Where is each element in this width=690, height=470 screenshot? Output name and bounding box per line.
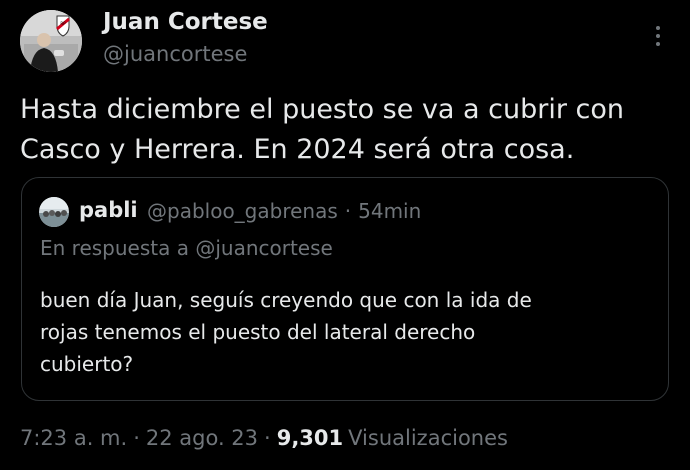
tweet-time[interactable]: 7:23 a. m. [20,426,127,450]
author-display-name[interactable]: Juan Cortese [103,9,268,35]
quoted-text-line: cubierto? [40,352,134,376]
tweet-text-line: Casco y Herrera. En 2024 será otra cosa. [20,134,575,165]
tweet-text: Hasta diciembre el puesto se va a cubrir… [20,90,670,170]
tweet: RP Juan Cortese @juancortese Hasta dicie… [0,0,690,470]
more-options-dot-icon [656,42,660,46]
views-count[interactable]: 9,301 [277,426,343,450]
quoted-text-line: buen día Juan, seguís creyendo que con l… [40,288,532,312]
profile-photo-icon[interactable]: RP [20,10,82,72]
quoted-author-handle[interactable]: @pabloo_gabrenas [147,199,338,223]
quoted-tweet-time[interactable]: 54min [358,199,421,223]
more-options-dot-icon [656,26,660,30]
tweet-footer: 7:23 a. m. · 22 ago. 23 · 9,301 Visualizacion… [20,426,508,450]
quoted-author-avatar-icon[interactable] [39,197,69,227]
svg-text:RP: RP [60,21,66,26]
reply-context: En respuesta a @juancortese [40,236,333,260]
tweet-text-line: Hasta diciembre el puesto se va a cubrir… [20,94,625,125]
footer-separator: · [133,426,140,450]
quoted-tweet-card[interactable]: pabli @pabloo_gabrenas · 54min En respuest… [21,177,669,401]
quoted-text-line: rojas tenemos el puesto del lateral dere… [40,320,476,344]
more-options-button[interactable] [644,22,672,50]
footer-separator: · [264,426,271,450]
quoted-tweet-meta: @pabloo_gabrenas · 54min [147,199,421,223]
views-label[interactable]: Visualizaciones [348,426,508,450]
more-options-dot-icon [656,34,660,38]
quoted-author-display-name[interactable]: pabli [79,198,138,222]
tweet-date[interactable]: 22 ago. 23 [146,426,258,450]
author-handle[interactable]: @juancortese [103,42,247,66]
meta-separator: · [344,199,352,223]
quoted-tweet-text: buen día Juan, seguís creyendo que con l… [40,284,650,380]
